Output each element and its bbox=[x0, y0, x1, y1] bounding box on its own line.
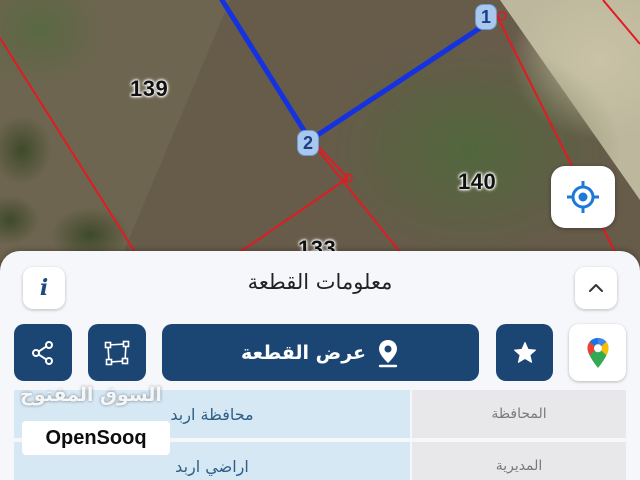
watermark-arabic-text: السوق المفتوح bbox=[20, 384, 162, 406]
google-maps-icon bbox=[587, 337, 608, 368]
locate-me-button[interactable] bbox=[551, 166, 615, 228]
location-pin-icon bbox=[378, 339, 398, 367]
star-icon bbox=[513, 341, 536, 363]
vertex-marker-1[interactable]: 1 bbox=[475, 4, 497, 30]
vertex-marker-2[interactable]: 2 bbox=[297, 130, 319, 156]
collapse-sheet-button[interactable] bbox=[575, 267, 617, 309]
sheet-title: معلومات القطعة bbox=[247, 270, 393, 294]
parcel-number-140[interactable]: 140 bbox=[458, 169, 496, 195]
open-in-google-maps-button[interactable] bbox=[569, 324, 626, 381]
favorite-button[interactable] bbox=[496, 324, 553, 381]
info-button[interactable]: i bbox=[23, 267, 65, 309]
opensooq-logo: OpenSooq bbox=[22, 421, 170, 455]
directorate-label: المديرية bbox=[412, 442, 626, 480]
parcel-number-139[interactable]: 139 bbox=[130, 76, 168, 102]
governorate-label: المحافظة bbox=[412, 390, 626, 438]
polygon-icon bbox=[104, 340, 130, 365]
share-button[interactable] bbox=[14, 324, 72, 381]
share-icon bbox=[32, 340, 53, 365]
draw-polygon-button[interactable] bbox=[88, 324, 146, 381]
chevron-up-icon bbox=[589, 284, 603, 292]
info-icon: i bbox=[39, 275, 49, 301]
crosshair-icon bbox=[567, 181, 599, 213]
show-parcel-label: عرض القطعة bbox=[240, 341, 367, 364]
show-parcel-button[interactable]: عرض القطعة bbox=[162, 324, 479, 381]
